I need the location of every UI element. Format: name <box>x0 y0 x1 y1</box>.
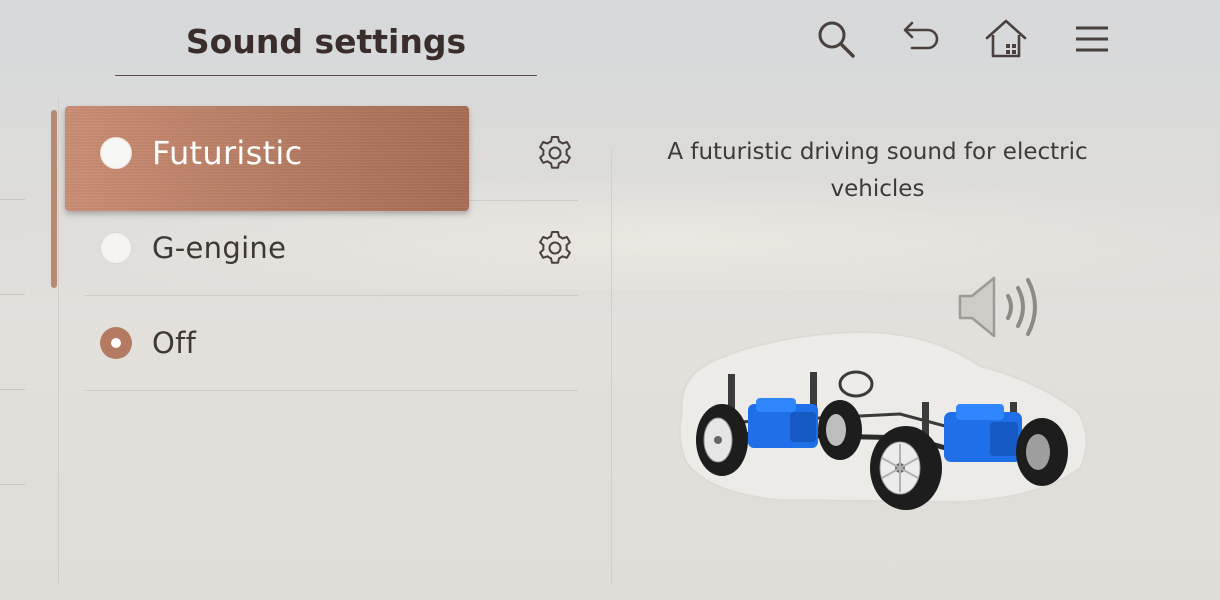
search-icon <box>818 21 855 58</box>
wheel-rear-right <box>818 400 862 460</box>
top-toolbar <box>808 14 1128 64</box>
radio-button[interactable] <box>100 232 132 264</box>
speaker-icon <box>958 276 1037 338</box>
gear-icon[interactable] <box>536 134 574 172</box>
wheel-rear-left <box>696 404 748 476</box>
sound-option-off[interactable]: Off <box>85 296 578 391</box>
sound-option-g-engine[interactable]: G-engine <box>85 201 578 296</box>
home-button[interactable] <box>978 14 1034 64</box>
option-label: Futuristic <box>152 134 303 172</box>
menu-button[interactable] <box>1064 14 1120 64</box>
list-divider <box>58 98 59 583</box>
page-title: Sound settings <box>115 18 537 76</box>
option-label: G-engine <box>152 231 287 265</box>
panel-divider <box>611 150 612 585</box>
sound-description: A futuristic driving sound for electric … <box>667 139 1088 202</box>
gear-icon[interactable] <box>536 229 574 267</box>
home-icon <box>985 19 1027 58</box>
sound-option-futuristic[interactable]: Futuristic <box>65 106 578 211</box>
ev-car-illustration <box>678 276 1088 510</box>
search-button[interactable] <box>808 14 864 64</box>
front-motor <box>944 404 1022 462</box>
radio-button[interactable] <box>100 137 132 169</box>
menu-icon <box>1076 26 1108 52</box>
radio-button-selected[interactable] <box>100 327 132 359</box>
wheel-front-right <box>1016 418 1068 486</box>
back-icon <box>903 21 939 50</box>
wheel-front-left <box>870 426 942 510</box>
rear-motor <box>748 398 818 448</box>
list-scrollbar[interactable] <box>51 110 57 288</box>
option-label: Off <box>152 326 197 360</box>
back-button[interactable] <box>893 14 949 64</box>
